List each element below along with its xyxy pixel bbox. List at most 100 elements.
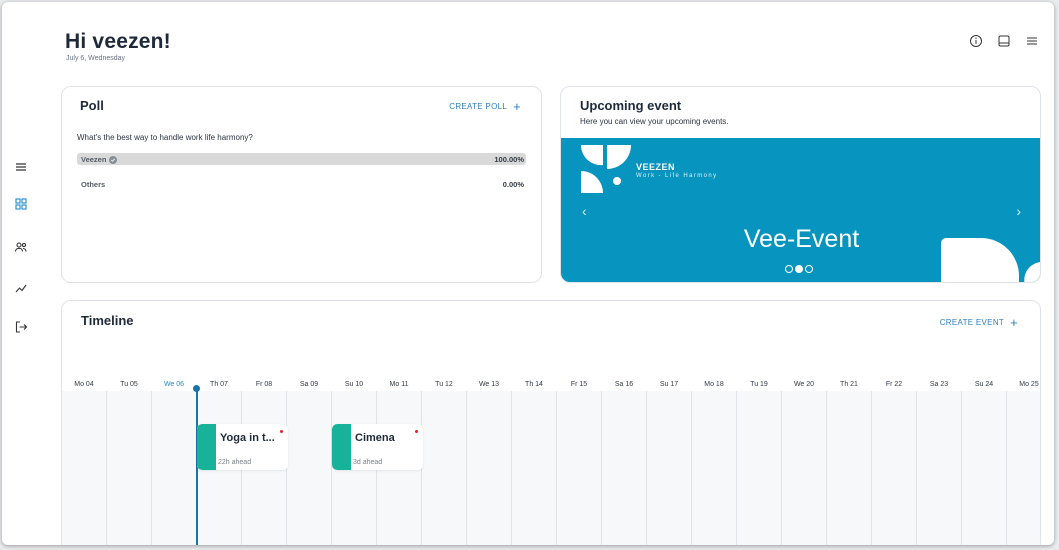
- menu-button[interactable]: [1024, 33, 1040, 49]
- create-poll-button[interactable]: CREATE POLL +: [449, 98, 521, 114]
- carousel-dot[interactable]: [795, 265, 803, 273]
- poll-option-label-wrap: Veezen: [81, 155, 118, 164]
- poll-option-percent: 100.00%: [494, 155, 524, 164]
- sidebar-item-users[interactable]: [10, 236, 32, 258]
- poll-option-label-wrap: Others: [81, 180, 105, 189]
- logout-icon: [15, 321, 28, 333]
- timeline-day-column: [916, 391, 917, 545]
- poll-option-percent: 0.00%: [502, 180, 524, 189]
- timeline-day-column: [601, 391, 602, 545]
- timeline-day-label: Sa 23: [929, 381, 949, 388]
- timeline-day-label: Tu 19: [750, 381, 768, 388]
- timeline-day-column: [151, 391, 152, 545]
- timeline-day-label: Sa 16: [614, 381, 634, 388]
- timeline-day-label: Mo 25: [1019, 381, 1039, 388]
- plus-icon: +: [513, 98, 521, 114]
- create-event-button[interactable]: CREATE EVENT +: [940, 314, 1018, 330]
- upcoming-event-card: Upcoming event Here you can view your up…: [560, 86, 1041, 283]
- brand-tagline: Work - Life Harmony: [636, 173, 718, 179]
- timeline-day-label: Th 14: [525, 381, 543, 388]
- info-icon: [970, 35, 982, 47]
- upcoming-event-subtitle: Here you can view your upcoming events.: [580, 117, 729, 126]
- carousel-dot[interactable]: [785, 265, 793, 273]
- timeline-day-label: Su 24: [974, 381, 994, 388]
- timeline-day-label: Tu 12: [435, 381, 453, 388]
- page-title: Hi veezen!: [65, 30, 171, 53]
- inbox-icon: [998, 35, 1010, 47]
- event-name: Cimena: [355, 432, 395, 444]
- timeline-event[interactable]: Yoga in t... 22h ahead: [197, 424, 288, 470]
- poll-title: Poll: [80, 98, 104, 113]
- timeline-day-column: [736, 391, 737, 545]
- poll-option-label: Veezen: [81, 155, 107, 164]
- event-carousel[interactable]: VEEZEN Work - Life Harmony ‹ › Vee-Event: [561, 138, 1040, 282]
- poll-option[interactable]: Veezen 100.00%: [77, 153, 526, 165]
- poll-question: What's the best way to handle work life …: [77, 133, 253, 142]
- menu-icon: [16, 163, 26, 171]
- inbox-button[interactable]: [996, 33, 1012, 49]
- sidebar-item-analytics[interactable]: [10, 277, 32, 299]
- timeline-day-label: Sa 09: [299, 381, 319, 388]
- timeline-day-column: [511, 391, 512, 545]
- timeline-day-label: Su 17: [659, 381, 679, 388]
- brand-name: VEEZEN: [636, 162, 676, 172]
- users-icon: [14, 242, 27, 252]
- carousel-prev-button[interactable]: ‹: [582, 203, 587, 219]
- app-window: Hi veezen! July 6, Wednesday Poll CREATE…: [2, 2, 1054, 545]
- timeline-day-label: Tu 05: [120, 381, 138, 388]
- timeline-day-label: We 06: [163, 381, 185, 388]
- decorative-shape: [941, 238, 1040, 282]
- timeline-day-column: [961, 391, 962, 545]
- top-toolbar: [968, 33, 1040, 49]
- timeline-day-label: Fr 22: [885, 381, 903, 388]
- sidebar: [2, 2, 42, 545]
- timeline-day-label: Th 21: [840, 381, 858, 388]
- timeline-day-column: [646, 391, 647, 545]
- create-poll-label: CREATE POLL: [449, 102, 508, 111]
- timeline-day-column: [781, 391, 782, 545]
- timeline-day-label: Mo 04: [74, 381, 94, 388]
- timeline-day-label: Mo 18: [704, 381, 724, 388]
- sidebar-item-logout[interactable]: [10, 316, 32, 338]
- plus-icon: +: [1010, 314, 1018, 330]
- poll-option-label: Others: [81, 180, 106, 189]
- timeline-day-label: Fr 15: [570, 381, 588, 388]
- carousel-next-button[interactable]: ›: [1016, 203, 1021, 219]
- check-icon: [109, 155, 118, 164]
- timeline-day-column: [466, 391, 467, 545]
- timeline-day-label: Su 10: [344, 381, 364, 388]
- timeline-day-column: [1006, 391, 1007, 545]
- timeline-day-label: We 20: [793, 381, 815, 388]
- veezen-logo: [580, 145, 631, 193]
- timeline-day-column: [556, 391, 557, 545]
- event-color-stripe: [332, 424, 351, 470]
- sidebar-menu-button[interactable]: [10, 156, 32, 178]
- timeline-day-label: Th 07: [210, 381, 228, 388]
- timeline-card: Timeline CREATE EVENT + Mo 04 Tu 05 We 06 T…: [61, 300, 1041, 545]
- carousel-dot[interactable]: [805, 265, 813, 273]
- dashboard-icon: [15, 198, 27, 210]
- timeline-event[interactable]: Cimena 3d ahead: [332, 424, 423, 470]
- event-alert-dot: [280, 430, 283, 433]
- current-time-dot: [193, 385, 200, 392]
- info-button[interactable]: [968, 33, 984, 49]
- menu-icon: [1027, 37, 1037, 45]
- upcoming-event-title: Upcoming event: [580, 98, 682, 113]
- timeline-day-column: [691, 391, 692, 545]
- event-time-ahead: 22h ahead: [218, 459, 252, 466]
- current-date: July 6, Wednesday: [66, 55, 126, 62]
- timeline-day-column: [871, 391, 872, 545]
- timeline-day-column: [826, 391, 827, 545]
- event-alert-dot: [415, 430, 418, 433]
- carousel-dots: [785, 265, 813, 273]
- event-time-ahead: 3d ahead: [353, 459, 383, 466]
- timeline-day-column: [331, 391, 332, 545]
- event-name: Yoga in t...: [220, 432, 275, 444]
- event-color-stripe: [197, 424, 216, 470]
- trend-icon: [15, 284, 27, 293]
- timeline-day-label: Mo 11: [389, 381, 409, 388]
- poll-option[interactable]: Others 0.00%: [77, 178, 526, 190]
- sidebar-item-dashboard[interactable]: [10, 193, 32, 215]
- timeline-day-label: Fr 08: [255, 381, 273, 388]
- poll-card: Poll CREATE POLL + What's the best way t…: [61, 86, 542, 283]
